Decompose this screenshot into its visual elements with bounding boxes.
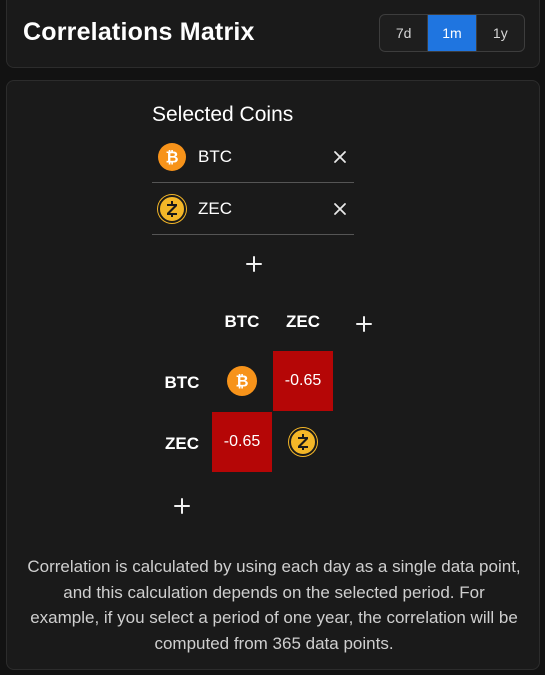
correlation-explanation: Correlation is calculated by using each … (27, 557, 521, 653)
page-title: Correlations Matrix (23, 18, 255, 46)
matrix-diagonal-cell: ₿ (212, 351, 272, 411)
selected-coin-row: ZEC (152, 183, 354, 235)
matrix-column-header: ZEC (286, 312, 320, 331)
svg-text:₿: ₿ (165, 148, 178, 166)
coin-label: BTC (198, 146, 232, 166)
bitcoin-icon: ₿ (158, 142, 186, 171)
matrix-column-header: BTC (224, 312, 260, 331)
bitcoin-icon: ₿ (227, 366, 257, 396)
header-bar: Correlations Matrix 7d 1m 1y (6, 0, 540, 68)
svg-text:₿: ₿ (235, 372, 248, 390)
plus-icon (174, 498, 190, 514)
remove-btc-button[interactable] (332, 149, 348, 165)
add-coin-button[interactable] (245, 255, 263, 273)
correlation-panel: Selected Coins ₿ BTC ZEC BTC ZEC BTC ₿ -… (6, 80, 540, 670)
matrix-row-header: BTC (164, 373, 200, 392)
selected-coin-row: ₿ BTC (152, 131, 354, 183)
zcash-icon (158, 194, 186, 223)
add-row-button[interactable] (173, 497, 191, 515)
correlation-cell: -0.65 (212, 412, 272, 472)
period-1y-button[interactable]: 1y (477, 15, 524, 51)
period-selector: 7d 1m 1y (379, 14, 525, 52)
remove-zec-button[interactable] (332, 201, 348, 217)
plus-icon (246, 256, 262, 272)
plus-icon (356, 316, 372, 332)
zcash-icon (289, 428, 317, 456)
matrix-row-header: ZEC (165, 434, 199, 453)
close-icon (334, 150, 346, 163)
period-1m-button[interactable]: 1m (428, 15, 477, 51)
period-7d-button[interactable]: 7d (380, 15, 429, 51)
coin-label: ZEC (198, 198, 232, 218)
add-column-button[interactable] (355, 315, 373, 333)
selected-coins-title: Selected Coins (152, 103, 294, 126)
close-icon (334, 202, 346, 215)
matrix-diagonal-cell (273, 412, 333, 472)
correlation-cell: -0.65 (273, 351, 333, 411)
